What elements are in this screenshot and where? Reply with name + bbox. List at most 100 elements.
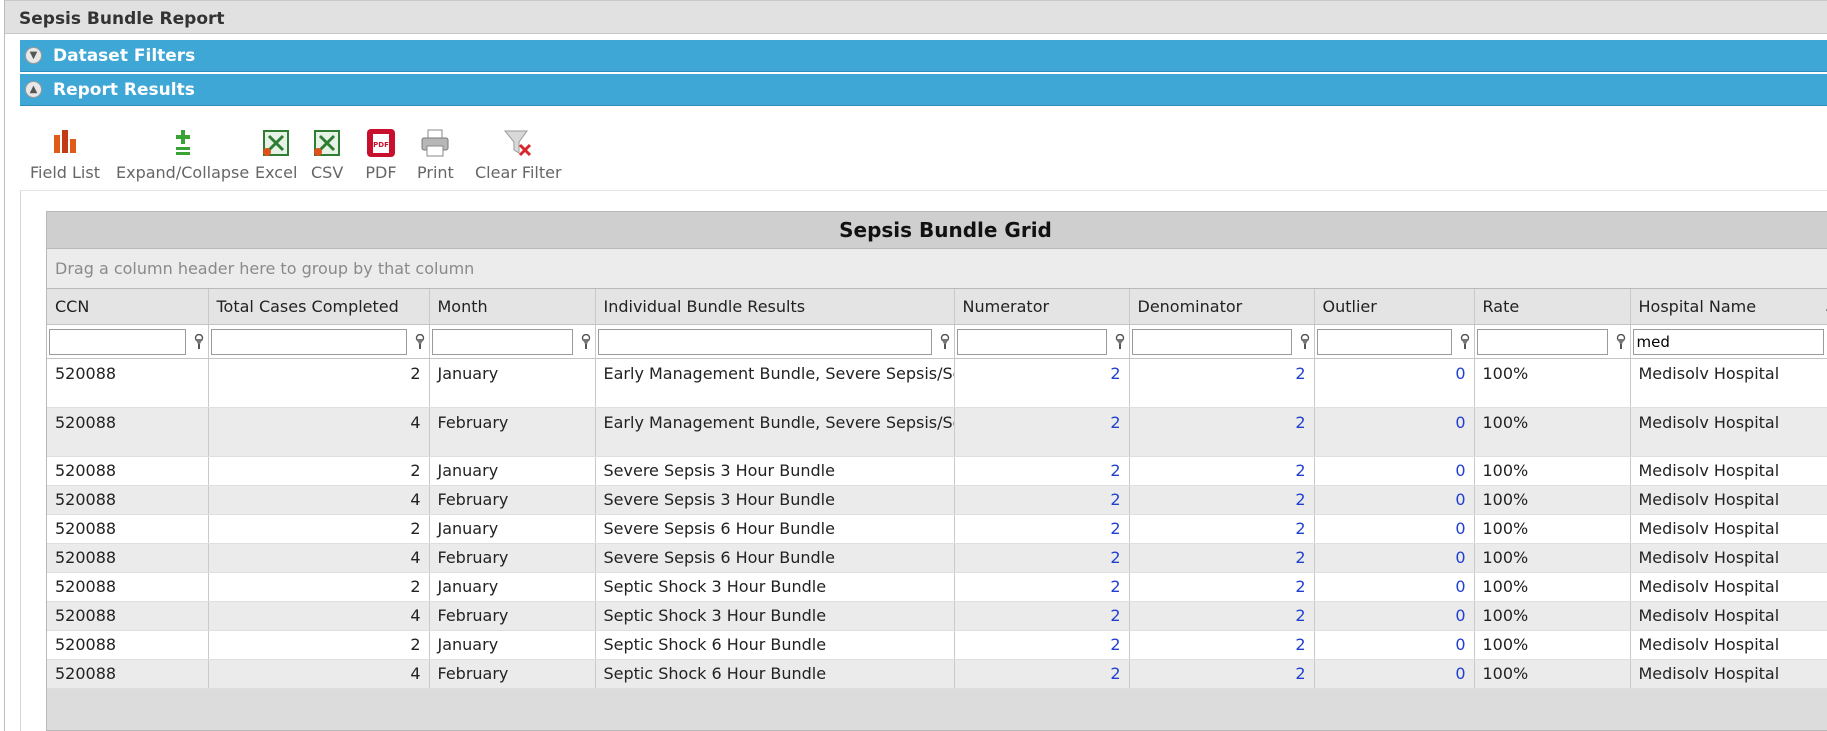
filter-input-individual-bundle-results[interactable] bbox=[597, 328, 932, 355]
filter-input-ccn[interactable] bbox=[49, 328, 186, 355]
rate-cell: 100% bbox=[1474, 543, 1631, 573]
field-list-button[interactable]: Field List bbox=[30, 127, 100, 182]
rate-cell: 100% bbox=[1474, 407, 1631, 457]
filter-cell-rate bbox=[1474, 324, 1631, 359]
column-header-month[interactable]: Month bbox=[429, 289, 596, 325]
numerator-cell[interactable]: 2 bbox=[954, 456, 1130, 486]
group-by-drop-area[interactable]: Drag a column header here to group by th… bbox=[47, 249, 1827, 289]
hospital-name-cell: Medisolv Hospital bbox=[1630, 456, 1827, 486]
report-results-panel-header[interactable]: ▲ Report Results bbox=[20, 74, 1827, 106]
funnel-icon[interactable] bbox=[1614, 333, 1628, 350]
month-cell: January bbox=[429, 630, 596, 660]
filter-input-month[interactable] bbox=[431, 328, 573, 355]
clear-filter-icon bbox=[504, 130, 532, 157]
grid-table: CCN Total Cases Completed Month Individu… bbox=[47, 289, 1827, 689]
denominator-cell[interactable]: 2 bbox=[1129, 407, 1315, 457]
expand-collapse-button[interactable]: Expand/Collapse bbox=[116, 127, 249, 182]
column-header-individual-bundle-results[interactable]: Individual Bundle Results bbox=[595, 289, 955, 325]
hospital-name-cell: Medisolv Hospital bbox=[1630, 543, 1827, 573]
outlier-cell[interactable]: 0 bbox=[1314, 514, 1475, 544]
outlier-cell[interactable]: 0 bbox=[1314, 572, 1475, 602]
funnel-icon[interactable] bbox=[1298, 333, 1312, 350]
numerator-cell[interactable]: 2 bbox=[954, 659, 1130, 689]
table-row[interactable]: 520088 2 January Severe Sepsis 3 Hour Bundl… bbox=[47, 456, 1827, 486]
table-row[interactable]: 520088 4 February Severe Sepsis 3 Hour Bund… bbox=[47, 485, 1827, 515]
numerator-cell[interactable]: 2 bbox=[954, 543, 1130, 573]
filter-input-rate[interactable] bbox=[1476, 328, 1608, 355]
numerator-cell[interactable]: 2 bbox=[954, 407, 1130, 457]
table-row[interactable]: 520088 2 January Septic Shock 3 Hour Bundle… bbox=[47, 572, 1827, 602]
numerator-cell[interactable]: 2 bbox=[954, 358, 1130, 408]
outlier-cell[interactable]: 0 bbox=[1314, 456, 1475, 486]
numerator-cell[interactable]: 2 bbox=[954, 630, 1130, 660]
hospital-name-cell: Medisolv Hospital bbox=[1630, 485, 1827, 515]
column-header-denominator[interactable]: Denominator bbox=[1129, 289, 1315, 325]
pdf-export-button[interactable]: PDF PDF bbox=[365, 127, 397, 182]
csv-export-button[interactable]: CSV bbox=[311, 127, 343, 182]
rate-cell: 100% bbox=[1474, 358, 1631, 408]
chevron-up-circle-icon[interactable]: ▲ bbox=[25, 81, 42, 98]
column-header-ccn[interactable]: CCN bbox=[47, 289, 209, 325]
outlier-cell[interactable]: 0 bbox=[1314, 543, 1475, 573]
column-header-outlier[interactable]: Outlier bbox=[1314, 289, 1475, 325]
funnel-icon[interactable] bbox=[1113, 333, 1127, 350]
denominator-cell[interactable]: 2 bbox=[1129, 630, 1315, 660]
chevron-down-circle-icon[interactable]: ▼ bbox=[25, 47, 42, 64]
column-header-numerator[interactable]: Numerator bbox=[954, 289, 1130, 325]
denominator-cell[interactable]: 2 bbox=[1129, 456, 1315, 486]
hospital-name-cell: Medisolv Hospital bbox=[1630, 601, 1827, 631]
rate-cell: 100% bbox=[1474, 485, 1631, 515]
table-row[interactable]: 520088 2 January Early Management Bundle, S… bbox=[47, 358, 1827, 408]
filter-input-numerator[interactable] bbox=[956, 328, 1107, 355]
table-row[interactable]: 520088 2 January Severe Sepsis 6 Hour Bundl… bbox=[47, 514, 1827, 544]
filter-input-total-cases-completed[interactable] bbox=[210, 328, 407, 355]
report-title: Sepsis Bundle Report bbox=[19, 9, 225, 29]
numerator-cell[interactable]: 2 bbox=[954, 485, 1130, 515]
dataset-filters-panel-header[interactable]: ▼ Dataset Filters bbox=[20, 40, 1827, 72]
outlier-cell[interactable]: 0 bbox=[1314, 358, 1475, 408]
bundle-result-cell: Septic Shock 6 Hour Bundle bbox=[595, 659, 955, 689]
clear-filter-label: Clear Filter bbox=[475, 163, 562, 182]
field-list-icon bbox=[53, 130, 76, 153]
funnel-icon[interactable] bbox=[938, 333, 952, 350]
numerator-cell[interactable]: 2 bbox=[954, 601, 1130, 631]
pdf-label: PDF bbox=[365, 163, 397, 182]
denominator-cell[interactable]: 2 bbox=[1129, 485, 1315, 515]
table-row[interactable]: 520088 4 February Early Management Bundle, … bbox=[47, 407, 1827, 457]
filter-input-denominator[interactable] bbox=[1131, 328, 1292, 355]
column-header-hospital-name[interactable]: Hospital Name bbox=[1630, 289, 1827, 325]
denominator-cell[interactable]: 2 bbox=[1129, 358, 1315, 408]
column-header-total-cases-completed[interactable]: Total Cases Completed bbox=[208, 289, 430, 325]
outlier-cell[interactable]: 0 bbox=[1314, 630, 1475, 660]
numerator-cell[interactable]: 2 bbox=[954, 514, 1130, 544]
total-cases-cell: 2 bbox=[208, 572, 430, 602]
denominator-cell[interactable]: 2 bbox=[1129, 514, 1315, 544]
numerator-cell[interactable]: 2 bbox=[954, 572, 1130, 602]
funnel-icon[interactable] bbox=[1458, 333, 1472, 350]
filter-input-hospital-name[interactable] bbox=[1632, 328, 1824, 355]
table-row[interactable]: 520088 2 January Septic Shock 6 Hour Bundle… bbox=[47, 630, 1827, 660]
outlier-cell[interactable]: 0 bbox=[1314, 407, 1475, 457]
denominator-cell[interactable]: 2 bbox=[1129, 572, 1315, 602]
outlier-cell[interactable]: 0 bbox=[1314, 659, 1475, 689]
report-toolbar: Field List Expand/Collapse Excel CSV PDF… bbox=[20, 119, 1827, 191]
filter-input-outlier[interactable] bbox=[1316, 328, 1452, 355]
denominator-cell[interactable]: 2 bbox=[1129, 601, 1315, 631]
filter-cell-month bbox=[429, 324, 596, 359]
column-header-rate[interactable]: Rate bbox=[1474, 289, 1631, 325]
hospital-name-cell: Medisolv Hospital bbox=[1630, 358, 1827, 408]
funnel-icon[interactable] bbox=[579, 333, 593, 350]
denominator-cell[interactable]: 2 bbox=[1129, 543, 1315, 573]
denominator-cell[interactable]: 2 bbox=[1129, 659, 1315, 689]
funnel-icon[interactable] bbox=[413, 333, 427, 350]
table-row[interactable]: 520088 4 February Septic Shock 6 Hour Bundl… bbox=[47, 659, 1827, 689]
table-row[interactable]: 520088 4 February Severe Sepsis 6 Hour Bund… bbox=[47, 543, 1827, 573]
outlier-cell[interactable]: 0 bbox=[1314, 601, 1475, 631]
clear-filter-button[interactable]: Clear Filter bbox=[475, 127, 562, 182]
table-row[interactable]: 520088 4 February Septic Shock 3 Hour Bundl… bbox=[47, 601, 1827, 631]
excel-export-button[interactable]: Excel bbox=[255, 127, 297, 182]
print-button[interactable]: Print bbox=[417, 127, 454, 182]
ccn-cell: 520088 bbox=[47, 572, 209, 602]
funnel-icon[interactable] bbox=[192, 333, 206, 350]
outlier-cell[interactable]: 0 bbox=[1314, 485, 1475, 515]
